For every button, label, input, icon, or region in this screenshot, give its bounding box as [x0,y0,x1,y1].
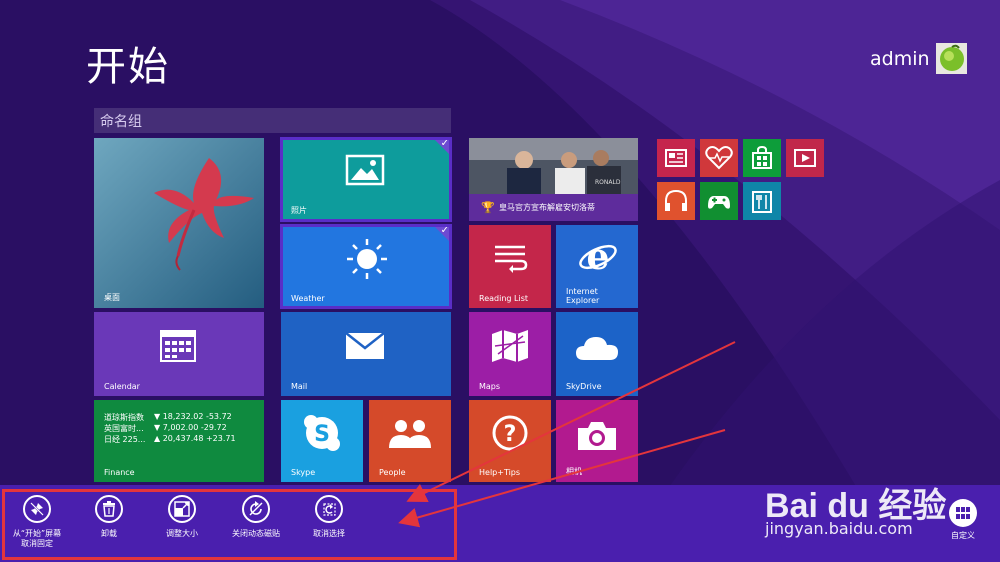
baidu-watermark-url: jingyan.baidu.com [765,519,913,538]
customize-icon [949,499,977,527]
customize-button[interactable]: 自定义 [946,499,980,541]
customize-label: 自定义 [951,531,975,540]
